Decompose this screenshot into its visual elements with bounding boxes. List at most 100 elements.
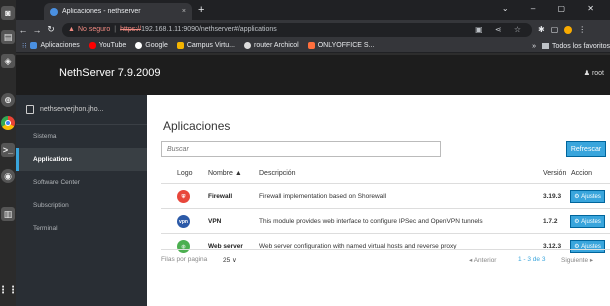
column-name[interactable]: Nombre ▲	[208, 170, 242, 177]
table-row: vpn VPN This module provides web interfa…	[161, 208, 610, 233]
search-input[interactable]	[161, 141, 441, 157]
nethserver-icon[interactable]: ◈	[1, 54, 15, 68]
column-version: Versión	[543, 170, 567, 177]
sidepanel-icon[interactable]: ▢	[551, 25, 559, 34]
table-row: ⛨ Firewall Firewall implementation based…	[161, 183, 610, 208]
trash-icon[interactable]: ▥	[1, 207, 15, 221]
address-bar[interactable]: ▲ No seguro | https:// 192.168.1.11:9090…	[62, 22, 532, 37]
new-tab-button[interactable]: +	[198, 4, 204, 16]
address-bar-actions-icon[interactable]: ▣ ⋖ ☆	[475, 25, 526, 34]
tab-close-icon[interactable]: ×	[182, 8, 186, 15]
app-version: 1.7.2	[543, 218, 558, 225]
help-icon[interactable]: ⊕	[1, 93, 15, 107]
bookmark-label: router Archicol	[253, 42, 299, 49]
reload-icon[interactable]: ↻	[44, 24, 58, 35]
bookmark-item[interactable]: router Archicol	[243, 42, 299, 49]
sidebar-item-sistema[interactable]: Sistema	[16, 125, 147, 148]
user-icon: ♟	[583, 70, 590, 77]
files-icon[interactable]: ▤	[1, 30, 15, 44]
apps-grid-icon[interactable]: ⋮⋮	[0, 283, 18, 297]
app-name[interactable]: VPN	[208, 218, 221, 225]
globe-icon	[243, 42, 251, 49]
firewall-logo-icon: ⛨	[177, 190, 190, 203]
bookmark-item[interactable]: YouTube	[88, 42, 127, 49]
sidebar-item-software-center[interactable]: Software Center	[16, 171, 147, 194]
server-icon	[26, 105, 34, 114]
tab-favicon-icon	[50, 7, 58, 16]
settings-button[interactable]: ⚙ Ajustes	[570, 215, 605, 228]
url-scheme: https://	[120, 26, 142, 33]
refresh-button[interactable]: Refrescar	[566, 141, 606, 157]
per-page-select[interactable]: 25 ∨	[223, 256, 237, 264]
forward-arrow-icon[interactable]: →	[30, 25, 44, 35]
settings-button[interactable]: ⚙ Ajustes	[570, 190, 605, 203]
camera-icon[interactable]: ◙	[1, 6, 15, 20]
user-menu[interactable]: ♟ root	[584, 69, 604, 77]
tab-title: Aplicaciones - nethserver	[62, 8, 141, 15]
disk-icon[interactable]: ◉	[1, 169, 15, 183]
per-page-label: Filas por pagina	[161, 256, 208, 263]
sidebar-item-label: Applications	[33, 156, 73, 163]
terminal-icon[interactable]: >_	[1, 143, 15, 157]
user-name: root	[591, 70, 604, 77]
app-header: NethServer 7.9.2009 ♟ root	[16, 53, 610, 95]
warning-icon: ▲	[68, 26, 75, 33]
host-selector[interactable]: nethserverjhon.jho...	[16, 95, 147, 125]
insecure-label: No seguro	[77, 26, 111, 33]
app-description: Firewall implementation based on Shorewa…	[259, 193, 387, 200]
column-action: Accion	[571, 170, 593, 177]
browser-tab[interactable]: Aplicaciones - nethserver ×	[44, 3, 192, 20]
extensions-icon[interactable]: ✱	[538, 25, 545, 34]
chrome-menu-icon[interactable]: ⋮	[578, 25, 586, 34]
host-name: nethserverjhon.jho...	[40, 106, 104, 113]
sidebar: nethserverjhon.jho... Sistema Applicatio…	[16, 95, 147, 306]
back-arrow-icon[interactable]: ←	[16, 25, 30, 35]
previous-page-button[interactable]: ◂ Anterior	[469, 256, 496, 264]
bookmark-item[interactable]: Google	[135, 42, 168, 49]
browser-toolbar: ← → ↻ ▲ No seguro | https:// 192.168.1.1…	[16, 20, 610, 39]
window-controls[interactable]: ⌄ – ▢ ✕	[502, 4, 604, 13]
column-description: Descripción	[259, 170, 296, 177]
gear-icon: ⚙	[574, 194, 582, 200]
bookmark-label: ONLYOFFICE S...	[317, 42, 375, 49]
onlyoffice-icon	[307, 42, 315, 49]
profile-avatar-icon[interactable]	[564, 25, 573, 34]
bookmarks-more-button[interactable]: »	[532, 43, 536, 50]
settings-label: Ajustes	[581, 193, 601, 200]
bookmarks-bar: ⁝⁝ Aplicaciones YouTube Google Campus Vi…	[16, 39, 610, 53]
bookmark-item[interactable]: Campus Virtu...	[176, 42, 235, 49]
app-name[interactable]: Firewall	[208, 193, 232, 200]
bookmark-label: Google	[145, 42, 168, 49]
bookmark-label: Campus Virtu...	[186, 42, 235, 49]
app-version: 3.19.3	[543, 193, 562, 200]
gear-icon: ⚙	[574, 219, 582, 225]
page-range: 1 - 3 de 3	[518, 256, 546, 263]
apps-icon[interactable]: ⁝⁝	[22, 42, 26, 50]
browser-tab-bar: Aplicaciones - nethserver × + ⌄ – ▢ ✕	[16, 0, 610, 20]
sidebar-item-subscription[interactable]: Subscription	[16, 194, 147, 217]
chrome-icon[interactable]	[1, 116, 15, 130]
folder-icon	[542, 43, 550, 49]
all-bookmarks-link[interactable]: Todos los favoritos	[552, 43, 610, 50]
sidebar-item-terminal[interactable]: Terminal	[16, 217, 147, 240]
sidebar-item-label: Software Center	[33, 179, 80, 186]
sidebar-item-label: Terminal	[33, 225, 58, 232]
sidebar-item-label: Subscription	[33, 202, 69, 209]
app-description: This module provides web interface to co…	[259, 218, 483, 225]
pagination: Filas por pagina 25 ∨ ◂ Anterior 1 - 3 d…	[161, 249, 610, 267]
bookmark-label: Aplicaciones	[40, 42, 80, 49]
next-page-button[interactable]: Siguiente ▸	[561, 256, 593, 264]
bookmark-item[interactable]: ONLYOFFICE S...	[307, 42, 375, 49]
youtube-icon	[88, 42, 96, 49]
bookmark-item[interactable]: Aplicaciones	[30, 42, 80, 49]
table-header: Logo Nombre ▲ Descripción Versión Accion	[161, 167, 610, 183]
bookmark-favicon-icon	[30, 42, 38, 49]
google-icon	[135, 42, 143, 49]
address-separator: |	[114, 26, 117, 33]
main-content: Aplicaciones Refrescar Logo Nombre ▲ Des…	[147, 95, 610, 306]
settings-label: Ajustes	[581, 218, 601, 225]
bookmark-label: YouTube	[98, 42, 127, 49]
brand-title: NethServer 7.9.2009	[59, 67, 161, 79]
page-title: Aplicaciones	[163, 119, 231, 133]
sidebar-item-applications[interactable]: Applications	[16, 148, 147, 171]
